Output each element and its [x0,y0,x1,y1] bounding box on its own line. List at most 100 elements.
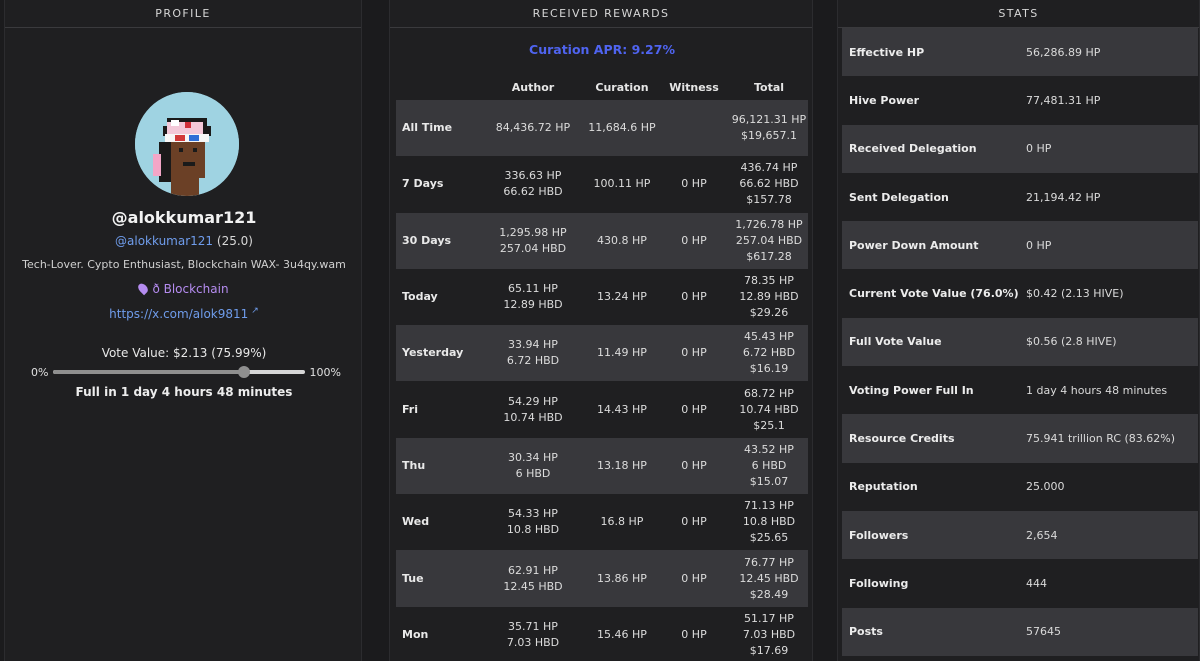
rewards-total-cell-line: 436.74 HP [740,161,798,175]
col-header-witness: Witness [669,80,719,94]
rewards-total-cell: 71.13 HP 10.8 HBD $25.65 [730,494,808,550]
stat-row: Resource Credits 75.941 trillion RC (83.6… [842,414,1198,463]
rewards-author-cell: 54.33 HP 10.8 HBD [480,494,586,550]
rewards-author-cell-line: 336.63 HP [504,169,562,183]
rewards-author-cell-line: 6 HBD [515,466,551,480]
rewards-total-cell-line: 257.04 HBD [735,233,803,247]
rewards-total-cell: 51.17 HP 7.03 HBD $17.69 [730,607,808,661]
col-header-author: Author [511,80,555,94]
rewards-panel: RECEIVED REWARDS Curation APR: 9.27% Aut… [389,0,813,661]
rewards-author-cell-line: 257.04 HBD [499,241,567,255]
rewards-author-cell-line: 33.94 HP [508,338,558,352]
rewards-curation-cell: 13.86 HP [586,550,658,607]
rewards-total-cell-line: 1,726.78 HP [735,217,803,231]
stat-row: Posts 57645 [842,607,1198,656]
profile-reputation: (25.0) [216,234,253,248]
stat-label: Reputation [849,480,918,494]
external-link-icon: ↗ [251,306,259,316]
rewards-total-cell-line: $15.07 [749,474,789,488]
slider-track[interactable] [53,366,305,378]
stat-row: Effective HP 56,286.89 HP [842,28,1198,77]
rewards-row: Yesterday 33.94 HP 6.72 HBD 11.49 HP 0 HP 45.… [396,325,808,382]
rewards-curation-cell: 15.46 HP [597,627,647,641]
rewards-total-cell-line: 12.89 HBD [739,290,799,304]
stat-value: 0 HP [1026,142,1052,156]
stat-row: Received Delegation 0 HP [842,124,1198,173]
col-header-curation: Curation [595,80,649,94]
rewards-author-cell: 62.91 HP 12.45 HBD [480,550,586,607]
rewards-total-cell-line: 96,121.31 HP [731,113,807,127]
rewards-table: Author Curation Witness Total All Time 84… [396,74,808,661]
profile-location: ð Blockchain [5,281,363,296]
stat-value: 75.941 trillion RC (83.62%) [1026,432,1176,446]
rewards-total-cell-line: 66.62 HBD [739,177,799,191]
rewards-period-label: Tue [396,550,480,607]
vote-power-slider[interactable]: 0% 100% [31,364,341,380]
curation-apr: Curation APR: 9.27% [529,42,675,57]
rewards-total-cell: 68.72 HP 10.74 HBD $25.1 [730,381,808,437]
rewards-period-label: All Time [396,100,480,157]
rewards-total-cell-line: 51.17 HP [744,611,794,625]
stat-label: Voting Power Full In [849,383,974,397]
rewards-author-cell-line: 12.89 HBD [503,298,563,312]
rewards-author-cell-line: 7.03 HBD [506,635,560,649]
rewards-total-cell-line: $617.28 [746,249,792,263]
rewards-author-cell-line: 54.33 HP [508,507,558,521]
rewards-total-cell-line: 76.77 HP [744,555,794,569]
stat-label: Full Vote Value [849,335,942,349]
rewards-author-cell: 336.63 HP 66.62 HBD [480,156,586,212]
stat-row: Reputation 25.000 [842,463,1198,511]
profile-panel: PROFILE @alokkumar121 @alokkumar121 (25.… [4,0,362,661]
rewards-witness-cell: 0 HP [681,177,707,191]
rewards-total-cell: 45.43 HP 6.72 HBD $16.19 [730,325,808,382]
stats-list: Effective HP 56,286.89 HP Hive Power 77,481… [842,28,1198,656]
stat-label: Effective HP [849,45,925,59]
vote-value: Vote Value: $2.13 (75.99%) [101,346,267,360]
stat-label: Resource Credits [849,432,955,446]
rewards-total-cell: 78.35 HP 12.89 HBD $29.26 [730,269,808,325]
rewards-total-cell: 43.52 HP 6 HBD $15.07 [730,437,808,495]
rewards-author-cell-line: 1,295.98 HP [499,225,567,239]
profile-username: @alokkumar121 [111,208,257,227]
slider-thumb[interactable] [238,366,251,378]
rewards-period-label: Fri [402,402,419,416]
rewards-author-cell-line: 30.34 HP [508,450,558,464]
stat-label: Following [849,576,909,590]
profile-website[interactable]: https://x.com/alok9811 ↗ [5,306,363,321]
avatar[interactable] [135,92,239,196]
rewards-witness-cell: 0 HP [681,515,707,529]
rewards-period-label: Wed [402,515,430,529]
rewards-curation-cell: 13.18 HP [586,437,658,495]
stat-row: Hive Power 77,481.31 HP [842,76,1198,124]
rewards-period-label: Mon [402,627,429,641]
slider-fill [53,370,245,374]
rewards-witness-cell: 0 HP [658,212,730,269]
stat-label: Posts [849,625,883,639]
rewards-total-cell-line: $29.26 [749,306,789,320]
stat-label: Received Delegation [849,142,977,156]
rewards-total-cell-line: 10.74 HBD [739,402,799,416]
stat-value: 1 day 4 hours 48 minutes [1026,383,1168,397]
rewards-total-cell-line: 43.52 HP [744,442,794,456]
col-header-label [396,74,480,100]
rewards-row: 30 Days 1,295.98 HP 257.04 HBD 430.8 HP 0 HP… [396,212,808,269]
rewards-total-cell-line: 10.8 HBD [742,515,796,529]
profile-handle-link[interactable]: @alokkumar121 [115,234,213,248]
stat-value: 2,654 [1026,528,1058,542]
rewards-row: Thu 30.34 HP 6 HBD 13.18 HP 0 HP 43.52 HP 6 HB… [396,437,808,495]
rewards-total-cell: 436.74 HP 66.62 HBD $157.78 [730,156,808,212]
avatar-image [135,92,239,196]
stat-row: Power Down Amount 0 HP [842,221,1198,270]
rewards-total-cell-line: 45.43 HP [744,330,794,344]
rewards-author-cell-line: 6.72 HBD [506,354,560,368]
rewards-curation-cell: 430.8 HP [586,212,658,269]
profile-website-link[interactable]: https://x.com/alok9811 [109,307,248,321]
stat-label: Current Vote Value (76.0%) [849,287,1019,301]
rewards-total-cell-line: 12.45 HBD [739,571,799,585]
rewards-total-cell-line: $25.1 [753,418,785,432]
rewards-total-cell: 1,726.78 HP 257.04 HBD $617.28 [730,212,808,269]
stat-value: $0.42 (2.13 HIVE) [1026,287,1124,301]
rewards-witness-cell: 0 HP [658,437,730,495]
rewards-author-cell-line: 66.62 HBD [503,185,563,199]
stat-value: 0 HP [1026,238,1052,252]
